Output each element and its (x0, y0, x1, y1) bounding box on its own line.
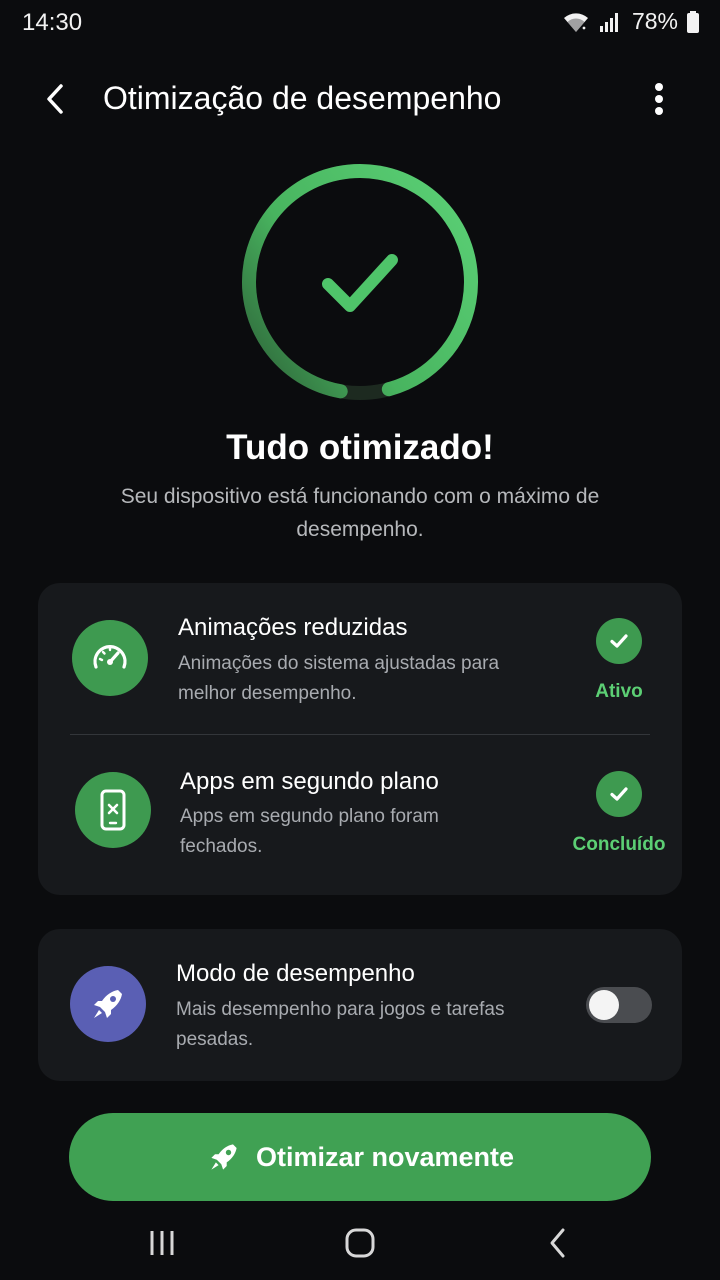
performance-mode-card: Modo de desempenho Mais desempenho para … (38, 929, 682, 1081)
checkmark-icon (322, 254, 398, 312)
system-nav-bar (0, 1210, 720, 1280)
list-item-animations: Animações reduzidas Animações do sistema… (38, 583, 682, 735)
home-button[interactable] (330, 1220, 390, 1266)
rocket-icon (211, 1144, 237, 1170)
phone-close-icon (75, 772, 151, 848)
wifi-icon (562, 10, 590, 34)
nav-back-button[interactable] (528, 1220, 588, 1266)
page-title: Otimização de desempenho (103, 80, 502, 116)
more-options-button[interactable] (634, 74, 684, 124)
list-item-background-apps: Apps em segundo plano Apps em segundo pl… (38, 736, 682, 895)
progress-arc (242, 164, 478, 400)
hero-title: Tudo otimizado! (226, 428, 494, 467)
status-time: 14:30 (22, 9, 83, 36)
status-badge: Concluído (572, 834, 666, 855)
divider (70, 734, 650, 735)
back-button[interactable] (30, 74, 80, 124)
optimization-status-card: Animações reduzidas Animações do sistema… (38, 583, 682, 895)
speedometer-icon (72, 620, 148, 696)
progress-ring (240, 162, 480, 402)
more-vertical-icon (655, 83, 663, 115)
status-badge: Ativo (595, 681, 643, 702)
recents-button[interactable] (132, 1220, 192, 1266)
check-icon (596, 771, 642, 817)
battery-icon (686, 10, 700, 34)
performance-mode-toggle[interactable] (586, 987, 652, 1023)
hero-subtitle: Seu dispositivo está funcionando com o m… (120, 485, 600, 541)
screen: 14:30 78% Otimização de desempenho Tudo … (0, 0, 720, 1280)
check-icon (596, 618, 642, 664)
home-icon (345, 1228, 375, 1258)
performance-mode-title: Modo de desempenho (176, 960, 415, 987)
performance-mode-description: Mais desempenho para jogos e tarefas pes… (176, 999, 505, 1050)
app-bar: Otimização de desempenho (0, 60, 720, 136)
item-description: Animações do sistema ajustadas para melh… (178, 653, 500, 704)
signal-icon (598, 10, 622, 34)
back-icon (550, 1228, 565, 1258)
chevron-left-icon (47, 84, 63, 114)
optimize-again-button[interactable]: Otimizar novamente (69, 1113, 651, 1201)
status-icons: 78% (562, 8, 700, 35)
status-bar: 14:30 78% (0, 0, 720, 48)
battery-percent: 78% (631, 8, 678, 34)
optimize-again-label: Otimizar novamente (255, 1141, 515, 1172)
item-title: Animações reduzidas (178, 614, 408, 641)
rocket-icon (70, 966, 146, 1042)
item-description: Apps em segundo plano foram fechados. (180, 806, 439, 857)
toggle-knob (589, 990, 619, 1020)
item-title: Apps em segundo plano (180, 768, 439, 795)
recents-icon (150, 1231, 174, 1255)
